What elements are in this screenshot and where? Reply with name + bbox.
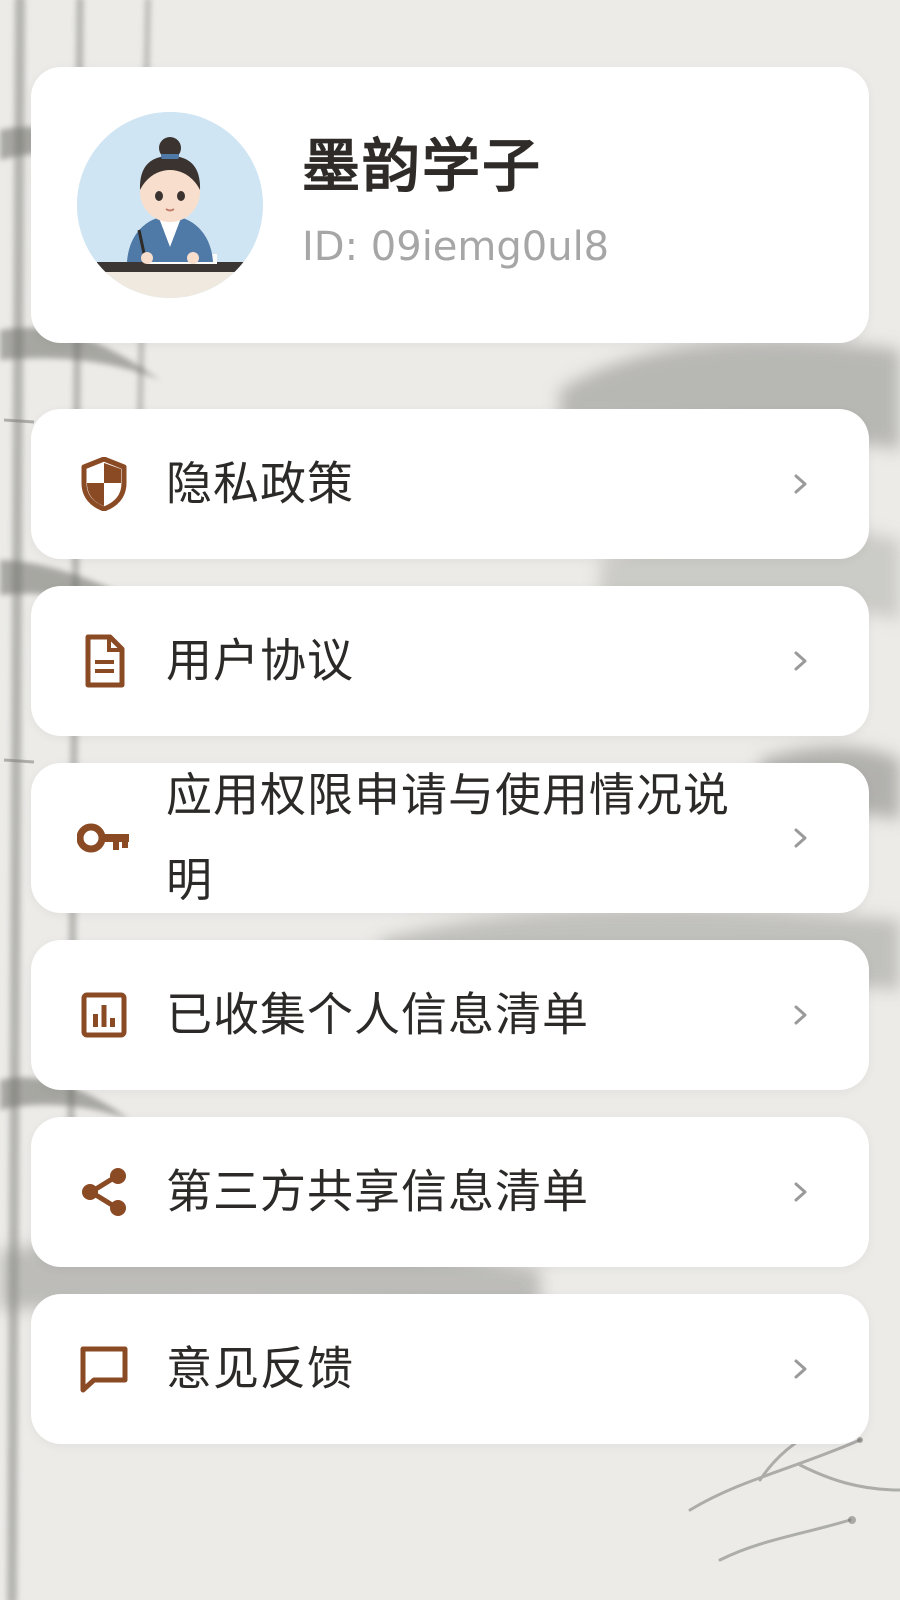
- chevron-right-icon: [791, 823, 811, 853]
- user-id: ID: 09iemg0ul8: [302, 224, 610, 270]
- menu-item-feedback[interactable]: 意见反馈: [31, 1294, 869, 1444]
- menu-item-app-permissions[interactable]: 应用权限申请与使用情况说明: [31, 763, 869, 913]
- menu-item-label: 用户协议: [166, 633, 354, 688]
- user-name: 墨韵学子: [302, 132, 543, 200]
- shield-icon: [77, 457, 131, 511]
- menu-item-third-party-sharing-list[interactable]: 第三方共享信息清单: [31, 1117, 869, 1267]
- chevron-right-icon: [791, 646, 811, 676]
- bar-chart-icon: [77, 988, 131, 1042]
- scholar-avatar-icon: [77, 112, 263, 298]
- menu-item-privacy-policy[interactable]: 隐私政策: [31, 409, 869, 559]
- chevron-right-icon: [791, 1177, 811, 1207]
- chevron-right-icon: [791, 1354, 811, 1384]
- key-icon: [77, 811, 131, 865]
- chevron-right-icon: [791, 1000, 811, 1030]
- share-icon: [77, 1165, 131, 1219]
- menu-item-label: 隐私政策: [166, 456, 354, 511]
- document-icon: [77, 634, 131, 688]
- menu-item-label: 已收集个人信息清单: [166, 987, 589, 1042]
- menu-item-label: 意见反馈: [166, 1341, 354, 1396]
- menu-item-label: 第三方共享信息清单: [166, 1164, 589, 1219]
- message-icon: [77, 1342, 131, 1396]
- menu-item-collected-info-list[interactable]: 已收集个人信息清单: [31, 940, 869, 1090]
- profile-card[interactable]: 墨韵学子 ID: 09iemg0ul8: [31, 67, 869, 343]
- menu-item-user-agreement[interactable]: 用户协议: [31, 586, 869, 736]
- avatar[interactable]: [77, 112, 263, 298]
- chevron-right-icon: [791, 469, 811, 499]
- menu-item-label: 应用权限申请与使用情况说明: [166, 767, 730, 907]
